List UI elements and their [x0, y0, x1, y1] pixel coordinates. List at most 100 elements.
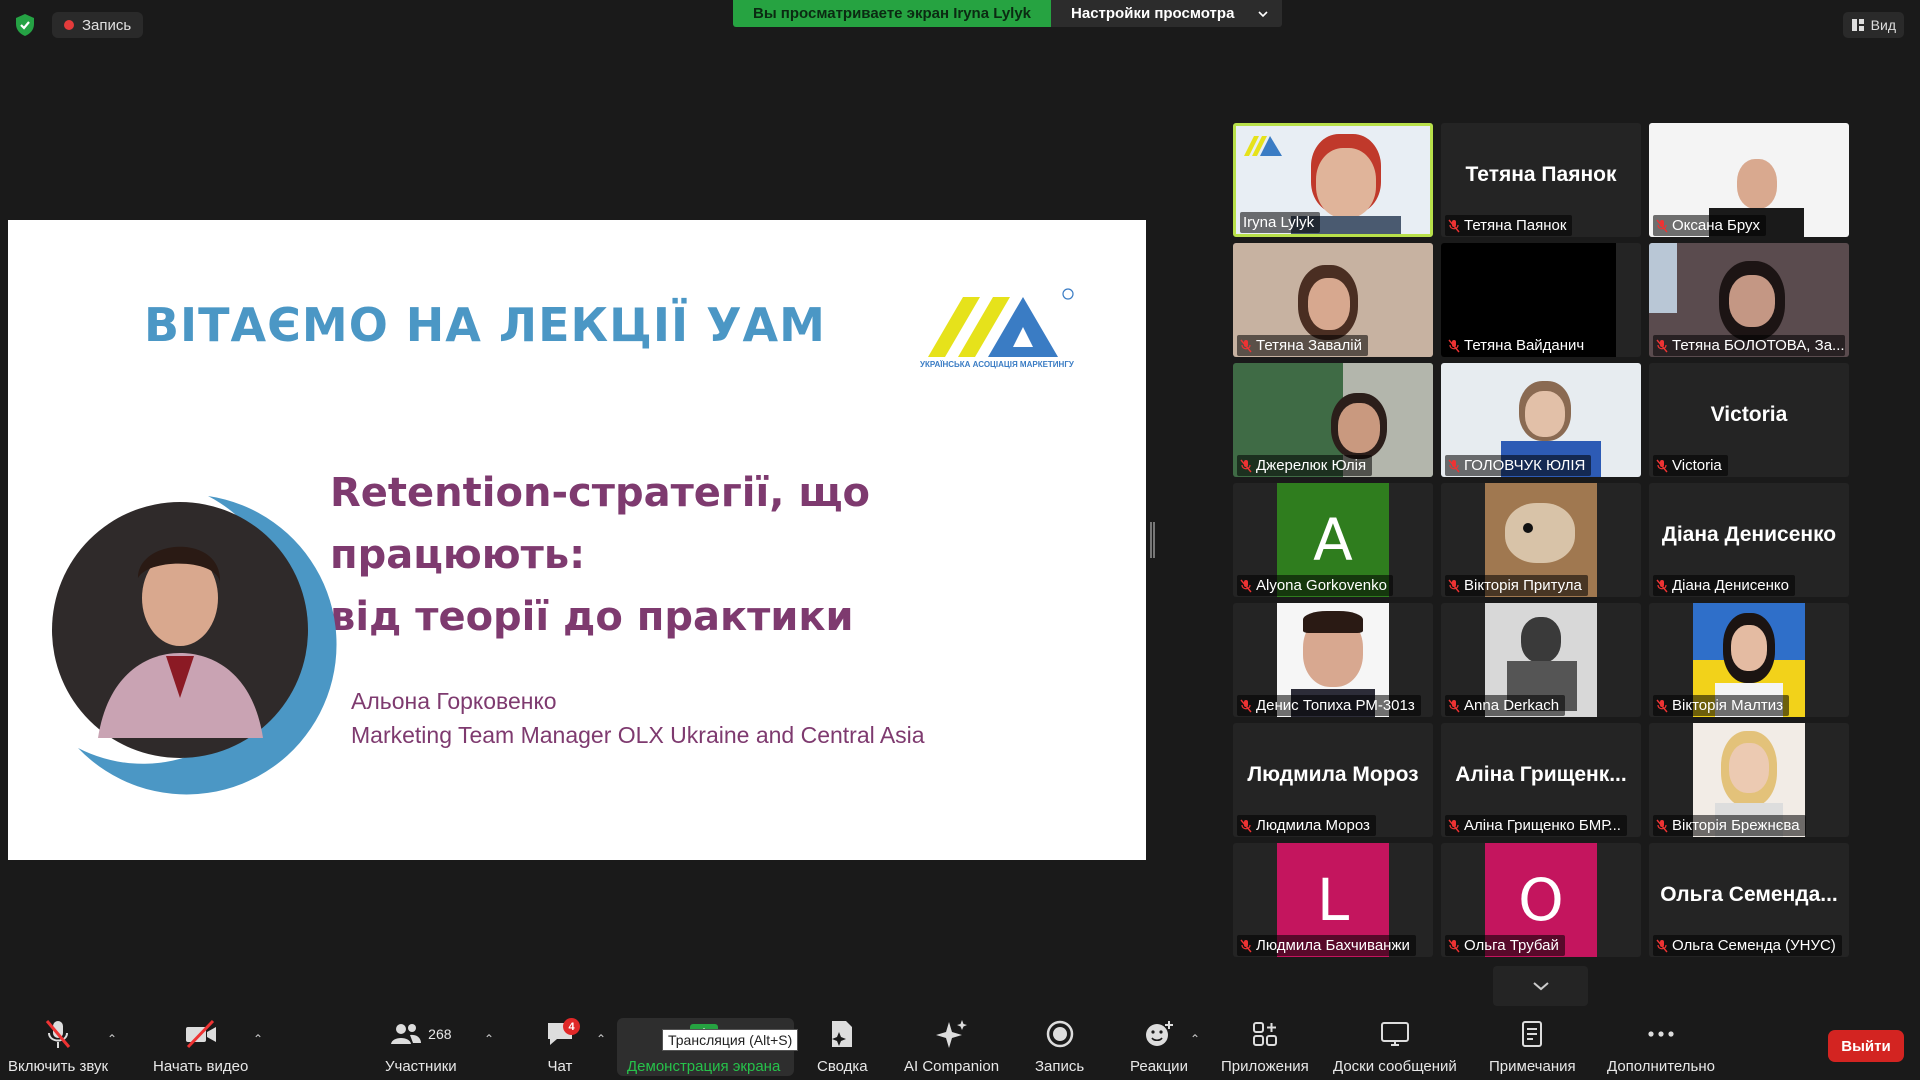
- participant-name-label: Anna Derkach: [1445, 695, 1566, 716]
- microphone-off-icon: [1240, 579, 1252, 592]
- shared-screen-slide: ВІТАЄМО НА ЛЕКЦІЇ УАМ УКРАЇНСЬКА АСОЦІАЦ…: [8, 220, 1146, 860]
- participant-tile[interactable]: O Ольга Трубай: [1441, 843, 1641, 957]
- microphone-off-icon: [1240, 459, 1252, 472]
- participant-tile[interactable]: L Людмила Бахчиванжи: [1233, 843, 1433, 957]
- summary-label: Сводка: [817, 1058, 868, 1075]
- unmute-button[interactable]: Включить звук: [8, 1016, 108, 1075]
- video-off-icon: [185, 1019, 216, 1049]
- participant-name: Діана Денисенко: [1672, 577, 1789, 594]
- participant-tile[interactable]: Victoria Victoria: [1649, 363, 1849, 477]
- participant-tile[interactable]: Оксана Брух: [1649, 123, 1849, 237]
- reactions-button[interactable]: Реакции: [1130, 1016, 1188, 1075]
- microphone-off-icon: [1448, 579, 1460, 592]
- notes-label: Примечания: [1489, 1058, 1576, 1075]
- summary-button[interactable]: Сводка: [817, 1016, 868, 1075]
- chat-options-caret[interactable]: ⌃: [596, 1032, 606, 1046]
- participant-name: Тетяна Завалій: [1256, 337, 1362, 354]
- participants-icon: [391, 1024, 422, 1044]
- whiteboards-label: Доски сообщений: [1333, 1058, 1457, 1075]
- participant-tile[interactable]: Вікторія Брежнєва: [1649, 723, 1849, 837]
- more-dots-icon: [1648, 1031, 1674, 1037]
- sparkle-icon: [935, 1020, 967, 1048]
- recording-indicator[interactable]: Запись: [52, 12, 144, 38]
- more-label: Дополнительно: [1607, 1058, 1715, 1075]
- apps-icon: [1252, 1022, 1277, 1046]
- whiteboards-button[interactable]: Доски сообщений: [1333, 1016, 1457, 1075]
- lecture-title-line-2: від теорії до практики: [330, 594, 854, 640]
- microphone-off-icon: [1448, 699, 1460, 712]
- participant-tile[interactable]: Тетяна Вайданич: [1441, 243, 1641, 357]
- reaction-smile-icon: [1145, 1021, 1173, 1046]
- participant-name-label: Ольга Трубай: [1445, 935, 1565, 956]
- participant-tile[interactable]: Вікторія Малтиз: [1649, 603, 1849, 717]
- chat-label: Чат: [547, 1058, 573, 1075]
- start-video-button[interactable]: Начать видео: [153, 1016, 248, 1075]
- participant-name-label: Тетяна БОЛОТОВА, За...: [1653, 335, 1845, 356]
- participant-tile[interactable]: Денис Топиха РМ-301з: [1233, 603, 1433, 717]
- participant-name-label: ГОЛОВЧУК ЮЛІЯ: [1445, 455, 1592, 476]
- participant-display-name: Людмила Мороз: [1247, 763, 1419, 786]
- video-options-caret[interactable]: ⌃: [253, 1032, 263, 1046]
- audio-options-caret[interactable]: ⌃: [107, 1032, 117, 1046]
- participant-name: Ольга Трубай: [1464, 937, 1559, 954]
- participant-name-label: Вікторія Притула: [1445, 575, 1588, 596]
- microphone-off-icon: [1656, 219, 1668, 232]
- view-settings-button[interactable]: Настройки просмотра: [1051, 0, 1283, 27]
- lecture-title: Retention-стратегії, що працюють: від те…: [330, 462, 1130, 648]
- record-label: Запись: [1035, 1058, 1085, 1075]
- participant-tile[interactable]: Діана Денисенко Діана Денисенко: [1649, 483, 1849, 597]
- participant-name: Тетяна Вайданич: [1464, 337, 1585, 354]
- more-button[interactable]: Дополнительно: [1607, 1016, 1715, 1075]
- participants-options-caret[interactable]: ⌃: [484, 1032, 494, 1046]
- speaker-role: Marketing Team Manager OLX Ukraine and C…: [351, 722, 925, 748]
- view-button-label: Вид: [1870, 17, 1896, 33]
- participant-name: Денис Топиха РМ-301з: [1256, 697, 1415, 714]
- share-banner-text: Вы просматриваете экран Iryna Lylyk: [733, 0, 1052, 27]
- participant-name: Victoria: [1672, 457, 1722, 474]
- microphone-off-icon: [1240, 819, 1252, 832]
- logo-caption: УКРАЇНСЬКА АСОЦІАЦІЯ МАРКЕТИНГУ: [920, 360, 1074, 369]
- microphone-off-icon: [1448, 219, 1460, 232]
- microphone-off-icon: [1448, 939, 1460, 952]
- speaker-name: Альона Горковенко: [351, 688, 557, 714]
- leave-button[interactable]: Выйти: [1828, 1030, 1904, 1062]
- chat-unread-badge: 4: [563, 1018, 580, 1035]
- reactions-options-caret[interactable]: ⌃: [1190, 1032, 1200, 1046]
- participant-tile[interactable]: Ольга Семенда... Ольга Семенда (УНУС): [1649, 843, 1849, 957]
- participant-name: Anna Derkach: [1464, 697, 1560, 714]
- view-button[interactable]: Вид: [1842, 12, 1904, 38]
- participant-tile[interactable]: A Alyona Gorkovenko: [1233, 483, 1433, 597]
- microphone-off-icon: [1656, 339, 1668, 352]
- participant-name-label: Джерелюк Юлія: [1237, 455, 1373, 476]
- chat-button[interactable]: 4 Чат: [545, 1016, 580, 1075]
- grid-view-icon: [1851, 19, 1864, 31]
- participant-name-label: Victoria: [1653, 455, 1728, 476]
- participant-display-name: Аліна Грищенк...: [1455, 763, 1627, 786]
- participant-tile[interactable]: Джерелюк Юлія: [1233, 363, 1433, 477]
- participants-button[interactable]: 268 Участники: [385, 1016, 457, 1075]
- participant-name: Людмила Бахчиванжи: [1256, 937, 1410, 954]
- microphone-off-icon: [1656, 579, 1668, 592]
- participant-name: Тетяна Паянок: [1464, 217, 1567, 234]
- gallery-next-page-button[interactable]: [1493, 966, 1588, 1006]
- participant-tile[interactable]: ГОЛОВЧУК ЮЛІЯ: [1441, 363, 1641, 477]
- apps-button[interactable]: Приложения: [1221, 1016, 1309, 1075]
- participant-tile[interactable]: Аліна Грищенк... Аліна Грищенко БМР...: [1441, 723, 1641, 837]
- record-button[interactable]: Запись: [1035, 1016, 1084, 1075]
- splitter-handle[interactable]: [1150, 522, 1155, 558]
- participant-tile[interactable]: Anna Derkach: [1441, 603, 1641, 717]
- participant-display-name: Тетяна Паянок: [1465, 163, 1617, 186]
- participant-tile[interactable]: Тетяна БОЛОТОВА, За...: [1649, 243, 1849, 357]
- ai-companion-button[interactable]: AI Companion: [904, 1016, 999, 1075]
- microphone-off-icon: [1656, 819, 1668, 832]
- participants-label: Участники: [385, 1058, 457, 1075]
- participant-tile[interactable]: Тетяна Завалій: [1233, 243, 1433, 357]
- microphone-off-icon: [1448, 819, 1460, 832]
- participant-tile[interactable]: Людмила Мороз Людмила Мороз: [1233, 723, 1433, 837]
- notes-button[interactable]: Примечания: [1489, 1016, 1576, 1075]
- participant-name-label: Тетяна Завалій: [1237, 335, 1368, 356]
- participant-tile[interactable]: Вікторія Притула: [1441, 483, 1641, 597]
- security-shield-icon[interactable]: [12, 12, 38, 38]
- participant-tile[interactable]: Iryna Lylyk: [1233, 123, 1433, 237]
- participant-tile[interactable]: Тетяна Паянок Тетяна Паянок: [1441, 123, 1641, 237]
